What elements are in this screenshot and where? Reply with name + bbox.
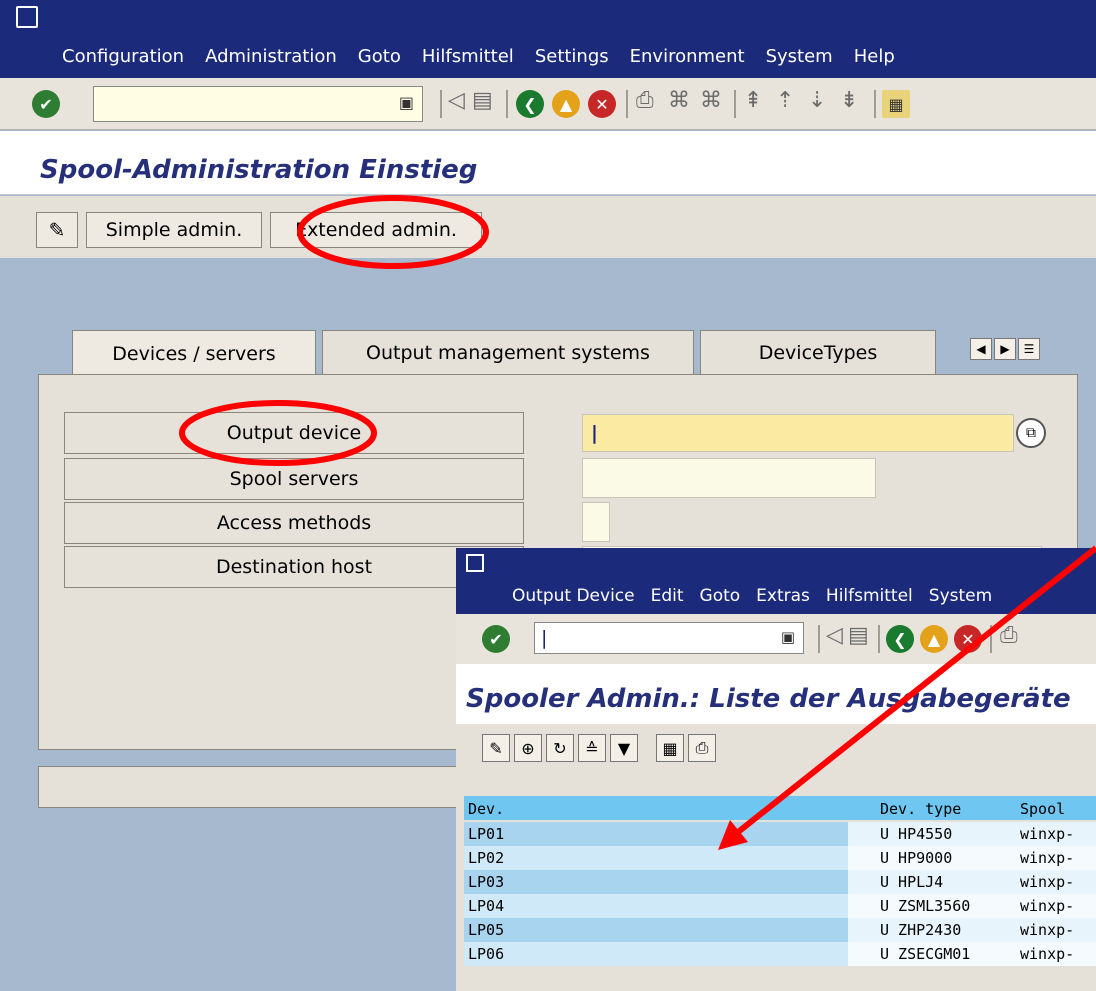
highlight-ellipse-extended-admin <box>297 195 489 269</box>
highlight-ellipse-output-device <box>179 400 377 466</box>
annotation-arrow-line <box>726 545 1096 843</box>
annotation-overlay <box>179 195 1096 850</box>
